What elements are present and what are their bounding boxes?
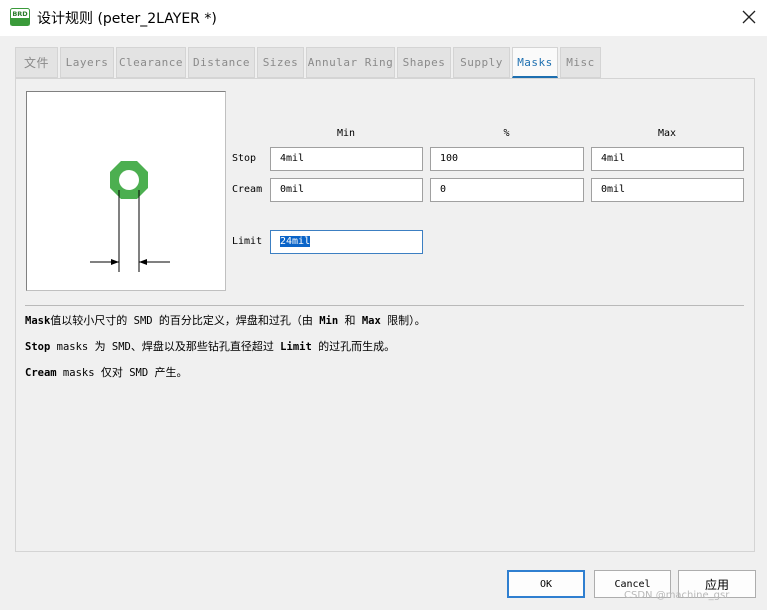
- tab-bar: 文件 Layers Clearance Distance Sizes Annul…: [15, 47, 755, 78]
- tab-sizes[interactable]: Sizes: [257, 47, 304, 78]
- description-line-3: Cream masks 仅对 SMD 产生。: [25, 366, 188, 379]
- column-header-max: Max: [657, 128, 677, 139]
- dimension-arrow-left-head: [111, 259, 119, 265]
- limit-field[interactable]: 24mil: [270, 230, 423, 254]
- tab-layers[interactable]: Layers: [60, 47, 114, 78]
- stop-percent-field[interactable]: 100: [430, 147, 584, 171]
- app-icon-label: BRD: [12, 10, 28, 18]
- tab-distance[interactable]: Distance: [188, 47, 255, 78]
- dimension-arrow-right-head: [139, 259, 147, 265]
- tab-masks[interactable]: Masks: [512, 47, 558, 78]
- cream-max-field[interactable]: 0mil: [591, 178, 744, 202]
- tab-shapes[interactable]: Shapes: [397, 47, 451, 78]
- window-title: 设计规则 (peter_2LAYER *): [37, 11, 217, 27]
- tab-misc[interactable]: Misc: [560, 47, 601, 78]
- tab-clearance[interactable]: Clearance: [116, 47, 186, 78]
- drill-hole: [119, 170, 139, 190]
- stop-row-label: Stop: [232, 153, 257, 164]
- stop-max-field[interactable]: 4mil: [591, 147, 744, 171]
- tab-file[interactable]: 文件: [15, 47, 58, 78]
- column-header-percent: %: [503, 128, 510, 139]
- watermark: CSDN @machine_gsr: [624, 590, 730, 601]
- limit-label: Limit: [232, 236, 263, 247]
- cream-min-field[interactable]: 0mil: [270, 178, 423, 202]
- stop-min-field[interactable]: 4mil: [270, 147, 423, 171]
- mask-preview: [26, 91, 226, 291]
- brd-app-icon: BRD: [10, 8, 30, 26]
- close-icon: [742, 10, 755, 24]
- description-line-2: Stop masks 为 SMD、焊盘以及那些钻孔直径超过 Limit 的过孔而…: [25, 340, 396, 353]
- tab-supply[interactable]: Supply: [453, 47, 510, 78]
- description-line-1: Mask值以较小尺寸的 SMD 的百分比定义，焊盘和过孔（由 Min 和 Max…: [25, 314, 426, 327]
- ok-button[interactable]: OK: [507, 570, 585, 598]
- tab-annular-ring[interactable]: Annular Ring: [306, 47, 395, 78]
- close-button[interactable]: [730, 0, 767, 34]
- title-bar: BRD 设计规则 (peter_2LAYER *): [0, 0, 767, 36]
- via-mask-diagram: [90, 161, 170, 272]
- limit-field-selected-text: 24mil: [280, 236, 311, 247]
- cream-percent-field[interactable]: 0: [430, 178, 584, 202]
- column-header-min: Min: [336, 128, 356, 139]
- section-divider: [25, 305, 744, 306]
- cream-row-label: Cream: [232, 184, 263, 195]
